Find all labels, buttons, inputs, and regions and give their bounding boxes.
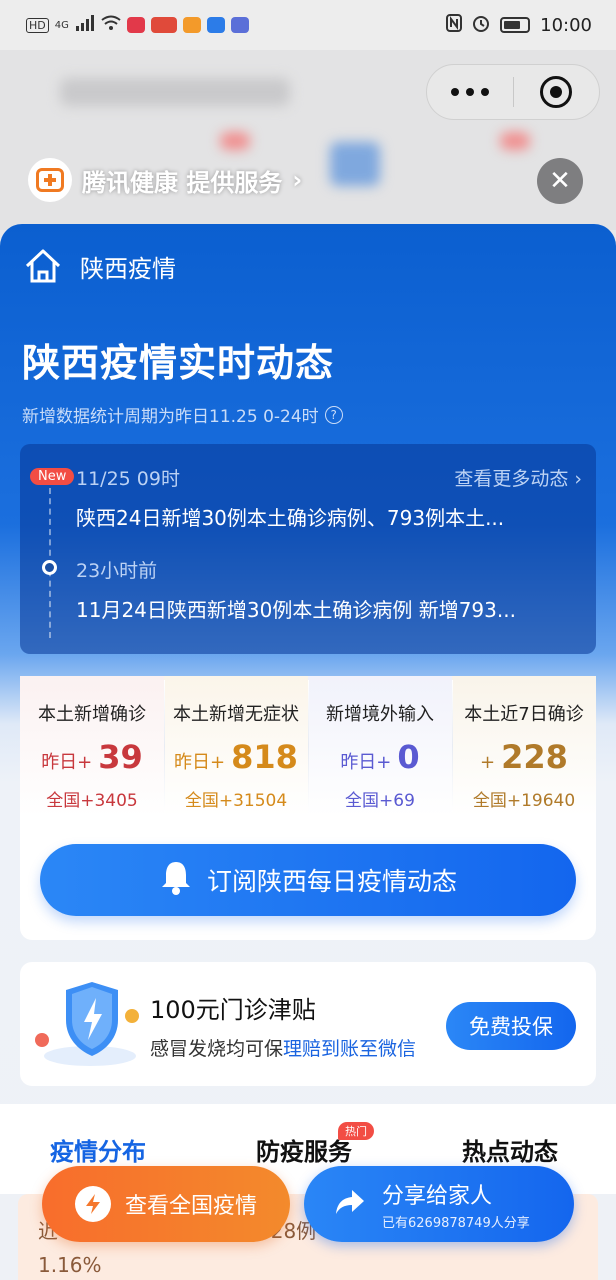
blurred-block <box>220 132 250 150</box>
app-notification-icon <box>182 17 201 33</box>
app-notification-icon <box>126 17 145 33</box>
blurred-block <box>330 142 380 186</box>
subscribe-label: 订阅陕西每日疫情动态 <box>206 867 457 896</box>
blurred-block <box>60 78 290 106</box>
stat-imported: 新增境外输入 昨日+ 0 全国+69 <box>308 676 452 816</box>
stat-prefix: 昨日+ <box>174 752 226 773</box>
hot-badge: 热门 <box>338 1122 374 1140</box>
timeline-dot <box>42 560 57 575</box>
app-notification-icon <box>206 17 225 33</box>
share-count: 已有6269878749人分享 <box>382 1215 530 1231</box>
stat-label: 本土新增确诊 <box>38 704 146 725</box>
bell-icon <box>159 859 193 901</box>
stats-period-note: 新增数据统计周期为昨日11.25 0-24时 ? <box>22 402 343 427</box>
stat-value: 818 <box>231 738 298 776</box>
app-notification-icon <box>230 17 249 33</box>
stat-label: 本土近7日确诊 <box>464 704 584 725</box>
insurance-desc-plain: 感冒发烧均可保 <box>150 1038 284 1060</box>
status-left: HD 4G <box>26 15 249 35</box>
stat-prefix: 昨日+ <box>340 752 392 773</box>
tab-distribution[interactable]: 疫情分布 <box>50 1132 146 1167</box>
timeline-item[interactable]: 11月24日陕西新增30例本土确诊病例 新增793... <box>76 594 576 623</box>
blurred-block <box>500 132 530 150</box>
share-text: 分享给家人 已有6269878749人分享 <box>382 1178 530 1231</box>
main-sheet: 陕西疫情 陕西疫情实时动态 新增数据统计周期为昨日11.25 0-24时 ? N… <box>0 224 616 1280</box>
sheet-nav: 陕西疫情 <box>24 248 176 284</box>
insurance-card[interactable]: 100元门诊津贴 感冒发烧均可保理赔到账至微信 免费投保 <box>20 962 596 1086</box>
stat-national: 全国+31504 <box>184 791 288 811</box>
chevron-right-icon: › <box>292 166 303 194</box>
stat-value: 39 <box>98 738 143 776</box>
stats-card: 本土新增确诊 昨日+ 39 全国+3405 本土新增无症状 昨日+ 818 全国+3… <box>20 676 596 940</box>
nav-title: 陕西疫情 <box>80 254 176 283</box>
hd-indicator: HD <box>26 17 49 33</box>
signal-icon <box>75 15 95 35</box>
close-icon: ✕ <box>549 166 571 196</box>
period-text: 新增数据统计周期为昨日11.25 0-24时 <box>22 407 319 427</box>
close-miniprogram-button[interactable] <box>514 76 600 108</box>
more-updates-link[interactable]: 查看更多动态 › <box>454 464 582 491</box>
shield-illustration <box>28 980 148 1070</box>
share-button[interactable]: 分享给家人 已有6269878749人分享 <box>304 1166 574 1242</box>
alarm-icon <box>472 14 490 36</box>
new-badge: New <box>30 468 75 485</box>
insurance-desc-highlight: 理赔到账至微信 <box>283 1038 417 1060</box>
home-icon[interactable] <box>24 248 62 284</box>
subscribe-button[interactable]: 订阅陕西每日疫情动态 <box>40 844 576 916</box>
stat-value: 228 <box>501 738 568 776</box>
news-timeline: New 查看更多动态 › 11/25 09时 陕西24日新增30例本土确诊病例、… <box>20 444 596 654</box>
share-title: 分享给家人 <box>382 1183 493 1209</box>
close-button[interactable]: ✕ <box>537 158 583 204</box>
help-icon[interactable]: ? <box>324 405 343 424</box>
tab-hot-news[interactable]: 热点动态 <box>462 1132 558 1167</box>
insurance-desc: 感冒发烧均可保理赔到账至微信 <box>150 1034 416 1061</box>
tencent-health-logo <box>28 158 72 202</box>
timeline-time: 11/25 09时 <box>76 468 180 490</box>
status-bar: HD 4G 10:00 <box>0 0 616 50</box>
timeline-item[interactable]: 陕西24日新增30例本土确诊病例、793例本土... <box>76 502 576 531</box>
stat-national: 全国+69 <box>345 791 415 811</box>
share-arrow-icon <box>334 1188 366 1220</box>
free-insure-button[interactable]: 免费投保 <box>446 1002 576 1050</box>
network-label: 4G <box>54 19 69 31</box>
stat-local-asymptomatic: 本土新增无症状 昨日+ 818 全国+31504 <box>164 676 308 816</box>
stat-label: 本土新增无症状 <box>173 704 299 725</box>
app-notification-icon <box>150 17 177 33</box>
page-title: 陕西疫情实时动态 <box>22 341 335 385</box>
battery-icon <box>500 17 531 33</box>
lightning-icon <box>74 1186 111 1222</box>
status-right: 10:00 <box>446 14 592 36</box>
service-provider[interactable]: 腾讯健康 提供服务 › <box>28 158 302 202</box>
stat-local-confirmed: 本土新增确诊 昨日+ 39 全国+3405 <box>20 676 164 816</box>
timeline-time: 23小时前 <box>76 560 158 582</box>
stat-prefix: + <box>480 752 496 773</box>
stat-prefix: 昨日+ <box>41 752 93 773</box>
stats-row: 本土新增确诊 昨日+ 39 全国+3405 本土新增无症状 昨日+ 818 全国+3… <box>20 676 596 816</box>
more-menu-button[interactable] <box>427 88 513 96</box>
view-national-label: 查看全国疫情 <box>124 1194 257 1219</box>
clock: 10:00 <box>540 14 592 36</box>
stat-national: 全国+19640 <box>472 791 576 811</box>
nfc-icon <box>446 14 463 36</box>
insurance-title: 100元门诊津贴 <box>150 996 316 1024</box>
stat-label: 新增境外输入 <box>326 704 434 725</box>
stat-national: 全国+3405 <box>46 791 138 811</box>
miniprogram-capsule <box>426 64 600 120</box>
stat-7day-confirmed: 本土近7日确诊 +228 全国+19640 <box>452 676 596 816</box>
view-national-button[interactable]: 查看全国疫情 <box>42 1166 290 1242</box>
provider-text: 腾讯健康 提供服务 <box>82 168 283 197</box>
wifi-icon <box>101 15 121 35</box>
target-icon <box>540 76 573 108</box>
stat-value: 0 <box>397 738 420 776</box>
